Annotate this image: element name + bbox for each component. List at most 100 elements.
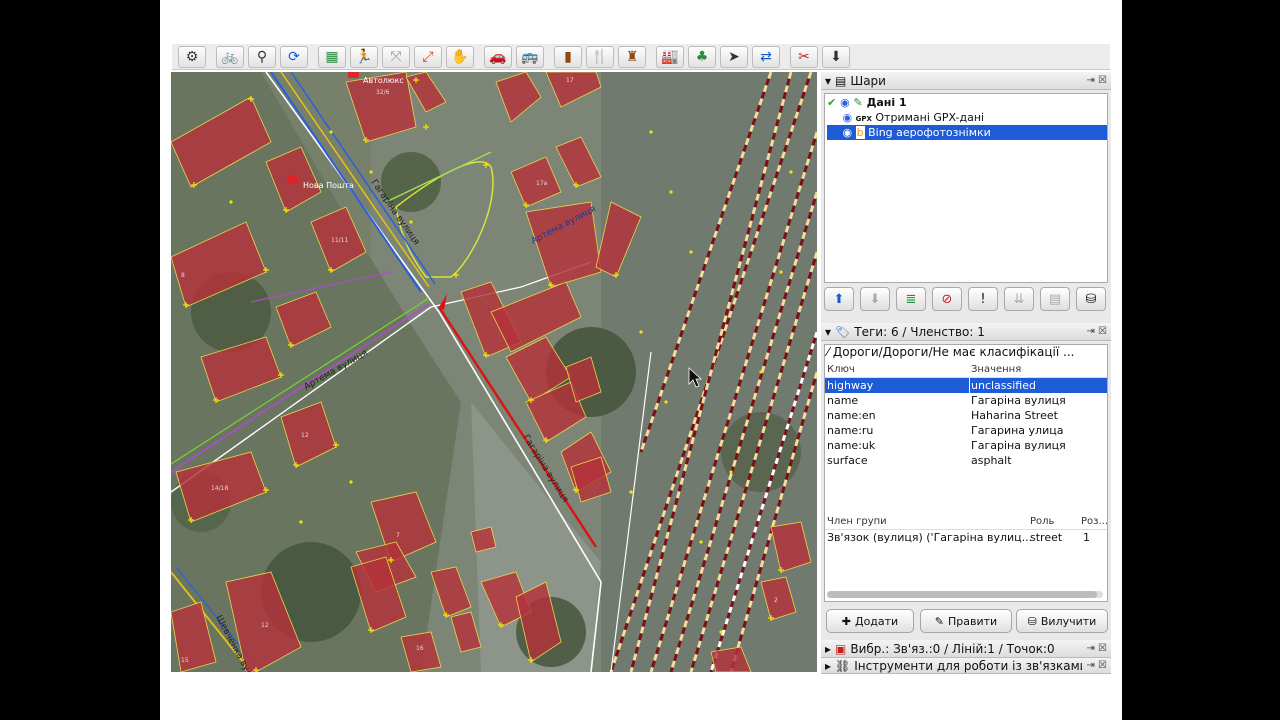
position-column-header[interactable]: Роз... — [1081, 514, 1108, 529]
refresh-icon[interactable]: ⟳ — [280, 45, 308, 68]
visible-check-icon[interactable]: ✔ — [827, 96, 836, 109]
relations-panel-header[interactable]: ▸ ⛓ Інструменти для роботи із зв'язками … — [821, 658, 1111, 674]
layer-item-bing[interactable]: ◉ b Bing аерофотознімки — [827, 125, 1107, 140]
layer-label: Дані 1 — [866, 96, 907, 109]
stack-icon[interactable]: ▤ — [1040, 287, 1070, 311]
tag-row[interactable]: name:ru Гагарина улица — [825, 423, 1107, 438]
selection-panel-header[interactable]: ▸ ▣ Вибр.: Зв'яз.:0 / Ліній:1 / Точок:0 … — [821, 640, 1111, 658]
tag-value: Haharina Street — [971, 409, 1058, 422]
tag-key: name — [827, 394, 859, 407]
layer-label: Отримані GPX-дані — [875, 111, 985, 124]
tree-icon[interactable]: ♣ — [688, 45, 716, 68]
eye-icon[interactable]: ◉ — [840, 96, 850, 109]
house-number: 12 — [261, 622, 269, 629]
panel-controls-icon[interactable]: ⇥ ☒ — [1086, 326, 1107, 337]
add-tag-button[interactable]: ✚ Додати — [826, 609, 914, 633]
edit-tag-button[interactable]: ✎ Правити — [920, 609, 1012, 633]
tag-key: name:uk — [827, 439, 876, 452]
layer-item-data1[interactable]: ✔ ◉ ✎ Дані 1 — [827, 95, 1105, 110]
food-icon[interactable]: 🍴 — [586, 45, 614, 68]
tag-row[interactable]: name:en Haharina Street — [825, 408, 1107, 423]
shop-icon[interactable] — [348, 72, 359, 78]
car-icon[interactable]: 🚗 — [484, 45, 512, 68]
expand-icon[interactable]: ▸ — [825, 642, 831, 656]
collapse-icon[interactable]: ▾ — [825, 74, 831, 88]
bus-icon[interactable]: 🚌 — [516, 45, 544, 68]
relations-panel-title: Інструменти для роботи із зв'язками — [854, 658, 1083, 673]
tag-row[interactable]: name Гагаріна вулиця — [825, 393, 1107, 408]
selection-panel-title: Вибр.: Зв'яз.:0 / Ліній:1 / Точок:0 — [850, 641, 1055, 656]
member-column-header[interactable]: Член групи — [827, 514, 887, 529]
layers-panel-title: Шари — [850, 73, 886, 88]
arrow-icon[interactable]: ⇄ — [752, 45, 780, 68]
bicycle-icon[interactable]: 🚲 — [216, 45, 244, 68]
tag-row[interactable]: name:uk Гагаріна вулиця — [825, 438, 1107, 453]
move-down-icon[interactable]: ⬇ — [860, 287, 890, 311]
relation-icon: ⛓ — [835, 658, 851, 673]
layers-icon: ▤ — [835, 73, 847, 88]
layer-item-gpx[interactable]: ◉ GPX Отримані GPX-дані — [827, 110, 1105, 125]
alert-icon[interactable]: ! — [968, 287, 998, 311]
tag-value: asphalt — [971, 454, 1012, 467]
tags-panel-header[interactable]: ▾ 🏷 Теги: 6 / Членство: 1 ⇥ ☒ — [821, 323, 1111, 341]
castle-icon[interactable]: ♜ — [618, 45, 646, 68]
expand-icon[interactable]: ▸ — [825, 659, 831, 673]
house-number: 17 — [566, 77, 574, 84]
layers-button-bar: ⬆ ⬇ ≣ ⊘ ! ⇊ ▤ ⛁ — [824, 287, 1108, 313]
add-tag-label: Додати — [854, 614, 899, 628]
walk-icon[interactable]: ⤢ — [414, 45, 442, 68]
collapse-icon[interactable]: ▾ — [825, 325, 831, 339]
membership-row[interactable]: Зв'язок (вулиця) ('Гагаріна вулиц... str… — [825, 530, 1107, 545]
bing-icon: b — [855, 126, 865, 139]
factory-icon[interactable]: 🏭 — [656, 45, 684, 68]
tag-key: name:en — [827, 409, 876, 422]
tags-header: Ключ Значення — [825, 362, 1107, 378]
eye-icon[interactable]: ◉ — [843, 111, 853, 124]
application-window: ⚙ 🚲 ⚲ ⟳ ▦ 🏃 ⤧ ⤢ ✋ 🚗 🚌 ▮ 🍴 ♜ 🏭 ♣ ➤ ⇄ ✂ ⬇ — [160, 0, 1122, 720]
tag-value: unclassified — [971, 379, 1036, 392]
house-number: 17а — [536, 180, 548, 187]
scrollbar-thumb[interactable] — [827, 591, 1097, 598]
layers-icon[interactable]: ⇊ — [1004, 287, 1034, 311]
key-column-header[interactable]: Ключ — [827, 362, 855, 377]
download-icon[interactable]: ⬇ — [822, 45, 850, 68]
role-column-header[interactable]: Роль — [1030, 514, 1054, 529]
bicycle-icon[interactable]: ⚲ — [248, 45, 276, 68]
layers-panel-header[interactable]: ▾ ▤ Шари ⇥ ☒ — [821, 72, 1111, 90]
move-up-icon[interactable]: ⬆ — [824, 287, 854, 311]
value-column-header[interactable]: Значення — [971, 362, 1021, 377]
panel-controls-icon[interactable]: ⇥ ☒ — [1086, 75, 1107, 86]
scissors-icon[interactable]: ✂ — [790, 45, 818, 68]
data-layer-icon: ✎ — [853, 96, 863, 109]
hand-icon[interactable]: ✋ — [446, 45, 474, 68]
delete-tag-button[interactable]: ⛁ Вилучити — [1016, 609, 1108, 633]
gpx-badge: GPX — [855, 115, 872, 123]
panel-controls-icon[interactable]: ⇥ ☒ — [1086, 643, 1107, 654]
tag-row[interactable]: surface asphalt — [825, 453, 1107, 468]
eye-icon[interactable]: ◉ — [843, 126, 853, 139]
panel-controls-icon[interactable]: ⇥ ☒ — [1086, 660, 1107, 671]
post-office-icon[interactable] — [287, 175, 298, 184]
avtoluks-label: Автолюкс — [363, 76, 404, 85]
sign-icon[interactable]: ▮ — [554, 45, 582, 68]
preferences-icon[interactable]: ⚙ — [178, 45, 206, 68]
house-number: 15 — [181, 657, 189, 664]
delete-layer-icon[interactable]: ⊘ — [932, 287, 962, 311]
database-icon[interactable]: ⛁ — [1076, 287, 1106, 311]
object-title-text: Дороги/Дороги/Не має класифікації ... — [832, 345, 1075, 359]
horizontal-scrollbar[interactable] — [827, 591, 1103, 598]
layers-list: ✔ ◉ ✎ Дані 1 ◉ GPX Отримані GPX-дані ◉ b… — [824, 93, 1108, 283]
member-name: Зв'язок (вулиця) ('Гагаріна вулиц... — [827, 531, 1033, 544]
aerial-imagery[interactable]: Нова Пошта Автолюкс Гагаріна вулиця Гага… — [171, 72, 817, 672]
merge-icon[interactable]: ≣ — [896, 287, 926, 311]
map-icon[interactable]: ▦ — [318, 45, 346, 68]
road-icon: ⁄ — [827, 345, 830, 359]
tag-row[interactable]: highway unclassified — [825, 378, 1107, 393]
walk-icon[interactable]: 🏃 — [350, 45, 378, 68]
map-view[interactable]: Нова Пошта Автолюкс Гагаріна вулиця Гага… — [171, 72, 817, 672]
tag-icon: 🏷 — [835, 324, 851, 339]
plus-icon: ✚ — [841, 614, 851, 628]
walk-icon[interactable]: ⤧ — [382, 45, 410, 68]
house-number: 32/6 — [376, 89, 390, 96]
cursor-icon[interactable]: ➤ — [720, 45, 748, 68]
